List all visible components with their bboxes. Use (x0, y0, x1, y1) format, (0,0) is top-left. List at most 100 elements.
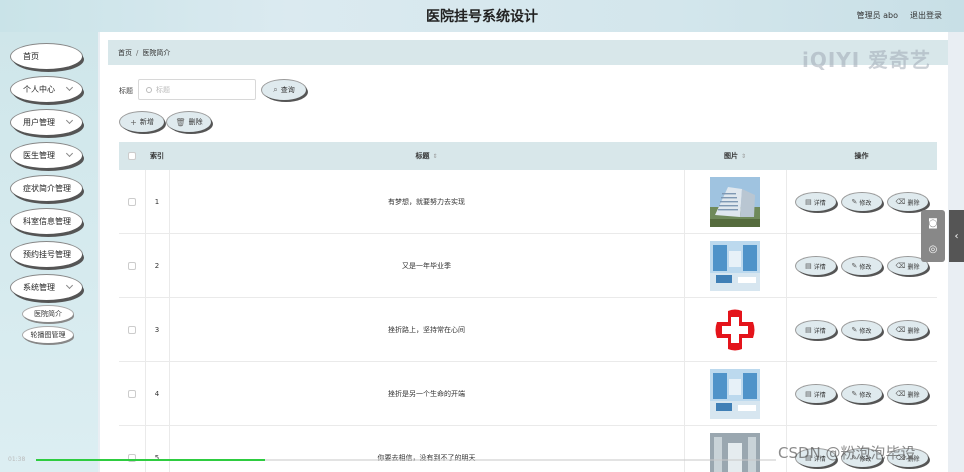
edit-label: 修改 (859, 199, 872, 207)
admin-label: 管理员 abo (856, 11, 898, 20)
video-progress-bar[interactable] (36, 459, 776, 461)
edit-icon: ✎ (851, 198, 858, 206)
row-delete-button[interactable]: ⌫ 删除 (887, 193, 928, 211)
edit-icon: ✎ (851, 262, 858, 270)
sidebar-item-label: 个人中心 (23, 85, 55, 94)
sidebar-item-departments[interactable]: 科室信息管理 (11, 209, 82, 234)
chevron-left-icon[interactable]: ‹ (949, 210, 964, 262)
chevron-down-icon (65, 281, 74, 290)
table-row: 1 有梦想，就要努力去实现 ▤ 详情 ✎ 修改 ⌫ 删除 (119, 170, 937, 234)
trash-icon: ⌫ (895, 326, 906, 334)
settings-icon[interactable]: ◎ (929, 244, 938, 255)
sidebar-item-label: 用户管理 (23, 118, 55, 127)
search-placeholder: 标题 (156, 85, 170, 94)
row-checkbox[interactable] (128, 198, 136, 206)
delete-button-label: 删除 (188, 118, 203, 126)
table-header: 索引 标题 ⇕ 图片 ⇕ 操作 (119, 142, 937, 170)
document-icon: ▤ (805, 262, 812, 270)
add-button[interactable]: + 新增 (120, 112, 164, 132)
app-title: 医院挂号系统设计 (426, 9, 538, 25)
plus-icon: + (130, 117, 137, 127)
row-index: 5 (154, 454, 160, 462)
video-time: 01:38 (8, 456, 26, 463)
search-icon: ⌕ (273, 85, 278, 94)
column-title-label: 标题 (415, 152, 430, 160)
clinic-room-image (710, 369, 760, 419)
trash-icon: ⌫ (895, 262, 906, 270)
sidebar-item-label: 首页 (23, 52, 39, 61)
edit-label: 修改 (859, 391, 872, 399)
search-label: 标题 (119, 87, 133, 95)
csdn-watermark: CSDN @粉泡泡毕设 (778, 444, 916, 462)
video-progress-fill (36, 459, 266, 461)
sidebar-item-label: 症状简介管理 (23, 184, 71, 193)
sort-icon: ⇕ (432, 152, 438, 160)
sidebar-subitem-carousel[interactable]: 轮播图管理 (23, 327, 73, 343)
corridor-image (710, 433, 760, 472)
delete-button[interactable]: 🗑 删除 (167, 112, 211, 132)
search-input[interactable]: 标题 (138, 79, 256, 100)
row-delete-button[interactable]: ⌫ 删除 (887, 321, 928, 339)
select-all-cell (119, 142, 145, 170)
chevron-down-icon (65, 116, 74, 125)
row-index: 2 (154, 262, 160, 270)
floating-toolbar: ◙ ◎ (921, 210, 945, 262)
select-all-checkbox[interactable] (128, 152, 136, 160)
logout-link[interactable]: 退出登录 (910, 10, 942, 21)
sidebar-item-profile[interactable]: 个人中心 (11, 77, 82, 102)
edit-button[interactable]: ✎ 修改 (841, 385, 882, 403)
data-table: 索引 标题 ⇕ 图片 ⇕ 操作 1 有梦想，就要努力去实现 ▤ 详情 ✎ 修改 … (119, 142, 937, 472)
red-cross-image (710, 305, 760, 355)
row-index: 1 (154, 198, 160, 206)
detail-button[interactable]: ▤ 详情 (795, 193, 836, 211)
row-title: 挫折路上，坚持常在心间 (388, 326, 465, 334)
column-image[interactable]: 图片 ⇕ (684, 142, 786, 170)
row-index: 4 (154, 390, 160, 398)
detail-label: 详情 (813, 199, 826, 207)
edit-button[interactable]: ✎ 修改 (841, 257, 882, 275)
edit-label: 修改 (859, 327, 872, 335)
detail-button[interactable]: ▤ 详情 (795, 385, 836, 403)
sidebar-item-symptoms[interactable]: 症状简介管理 (11, 176, 82, 201)
query-button-label: 查询 (280, 86, 295, 94)
row-checkbox[interactable] (128, 326, 136, 334)
row-checkbox[interactable] (128, 390, 136, 398)
sidebar-item-users[interactable]: 用户管理 (11, 110, 82, 135)
edit-label: 修改 (859, 263, 872, 271)
detail-button[interactable]: ▤ 详情 (795, 257, 836, 275)
chevron-down-icon (65, 149, 74, 158)
chevron-down-icon (65, 83, 74, 92)
edit-icon: ✎ (851, 326, 858, 334)
table-row: 4 挫折是另一个生命的开端 ▤ 详情 ✎ 修改 ⌫ 删除 (119, 362, 937, 426)
sort-icon: ⇕ (740, 152, 747, 160)
trash-icon: ⌫ (895, 198, 906, 206)
breadcrumb-current: 医院简介 (142, 48, 171, 57)
row-index: 3 (154, 326, 160, 334)
column-index: 索引 (150, 152, 164, 160)
sidebar-subitem-hospital-intro[interactable]: 医院简介 (23, 306, 73, 322)
row-checkbox[interactable] (128, 262, 136, 270)
clinic-room-image (710, 241, 760, 291)
table-row: 2 又是一年毕业季 ▤ 详情 ✎ 修改 ⌫ 删除 (119, 234, 937, 298)
edit-button[interactable]: ✎ 修改 (841, 321, 882, 339)
detail-button[interactable]: ▤ 详情 (795, 321, 836, 339)
query-button[interactable]: ⌕ 查询 (262, 80, 306, 100)
sidebar-item-doctors[interactable]: 医生管理 (11, 143, 82, 168)
row-title: 又是一年毕业季 (402, 262, 451, 270)
edit-button[interactable]: ✎ 修改 (841, 193, 882, 211)
table-row: 3 挫折路上，坚持常在心间 ▤ 详情 ✎ 修改 ⌫ 删除 (119, 298, 937, 362)
delete-label: 删除 (907, 327, 920, 335)
column-image-label: 图片 (723, 152, 738, 160)
delete-label: 删除 (907, 391, 920, 399)
sidebar-item-home[interactable]: 首页 (11, 44, 82, 69)
sidebar-item-system[interactable]: 系统管理 (11, 275, 82, 300)
row-delete-button[interactable]: ⌫ 删除 (887, 385, 928, 403)
column-actions: 操作 (854, 152, 869, 160)
column-title[interactable]: 标题 ⇕ (169, 142, 684, 170)
document-icon: ▤ (805, 390, 812, 398)
sidebar-item-label: 系统管理 (23, 283, 55, 292)
hospital-building-image (710, 177, 760, 227)
sidebar-item-appointments[interactable]: 预约挂号管理 (11, 242, 82, 267)
camera-icon[interactable]: ◙ (928, 218, 938, 229)
breadcrumb-home[interactable]: 首页 (118, 48, 132, 58)
